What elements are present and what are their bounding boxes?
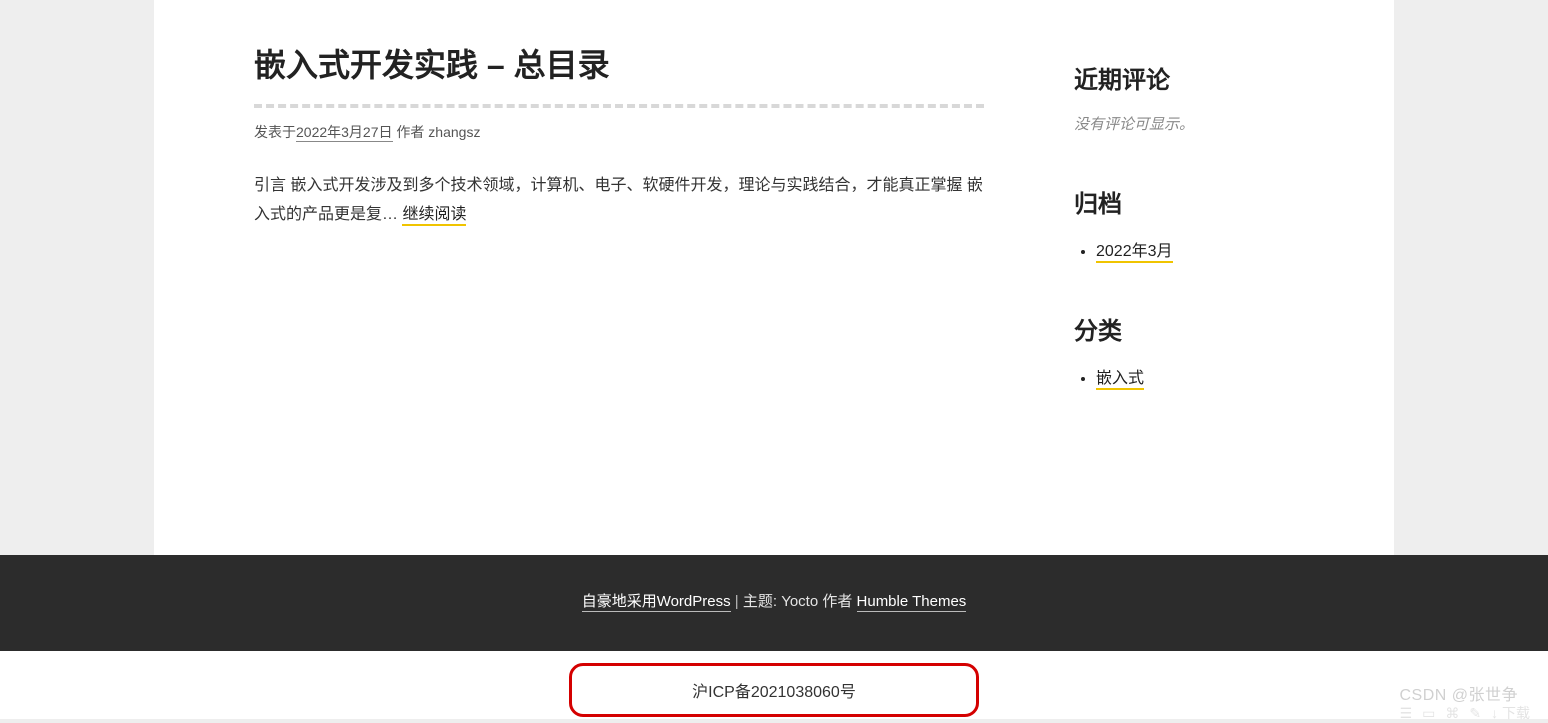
sidebar: 近期评论 没有评论可显示。 归档 2022年3月 分类 嵌入式: [1074, 0, 1394, 515]
author-prefix: 作者: [396, 124, 424, 140]
image-icon: ▭: [1422, 705, 1435, 722]
post-meta: 发表于2022年3月27日 作者 zhangsz: [254, 122, 1014, 142]
content-area: 嵌入式开发实践 – 总目录 发表于2022年3月27日 作者 zhangsz 引…: [154, 0, 1394, 555]
list-item: 嵌入式: [1096, 364, 1354, 388]
widget-title-comments: 近期评论: [1074, 60, 1354, 95]
widget-title-categories: 分类: [1074, 311, 1354, 346]
wordpress-link[interactable]: 自豪地采用WordPress: [582, 593, 731, 612]
download-hint[interactable]: ↓ 下载: [1491, 703, 1530, 723]
main-column: 嵌入式开发实践 – 总目录 发表于2022年3月27日 作者 zhangsz 引…: [154, 0, 1074, 515]
category-link[interactable]: 嵌入式: [1096, 370, 1144, 390]
watermark: CSDN @张世争: [1399, 681, 1518, 705]
pencil-icon: ✎: [1469, 705, 1481, 722]
footer: 自豪地采用WordPress | 主题: Yocto 作者 Humble The…: [0, 555, 1548, 651]
widget-archive: 归档 2022年3月: [1074, 184, 1354, 261]
widget-categories: 分类 嵌入式: [1074, 311, 1354, 388]
title-separator: [254, 104, 984, 108]
icp-bar: 沪ICP备2021038060号 CSDN @张世争 ☰ ▭ ⌘ ✎ ↓ 下载: [0, 651, 1548, 719]
post-author[interactable]: zhangsz: [428, 124, 480, 140]
comments-empty-text: 没有评论可显示。: [1074, 113, 1354, 134]
post-title[interactable]: 嵌入式开发实践 – 总目录: [254, 40, 1014, 86]
theme-text: 主题: Yocto 作者: [743, 593, 857, 610]
archive-link[interactable]: 2022年3月: [1096, 243, 1173, 263]
meta-prefix: 发表于: [254, 124, 296, 140]
icp-number[interactable]: 沪ICP备2021038060号: [569, 663, 979, 717]
read-more-link[interactable]: 继续阅读: [402, 206, 466, 226]
widget-title-archive: 归档: [1074, 184, 1354, 219]
excerpt-text: 引言 嵌入式开发涉及到多个技术领域，计算机、电子、软硬件开发，理论与实践结合，才…: [254, 177, 983, 223]
clip-icon: ⌘: [1445, 705, 1459, 722]
bottom-toolbar: ☰ ▭ ⌘ ✎ ↓ 下载: [1400, 703, 1530, 723]
list-item: 2022年3月: [1096, 237, 1354, 261]
theme-author-link[interactable]: Humble Themes: [857, 593, 967, 612]
post-excerpt: 引言 嵌入式开发涉及到多个技术领域，计算机、电子、软硬件开发，理论与实践结合，才…: [254, 172, 984, 230]
widget-recent-comments: 近期评论 没有评论可显示。: [1074, 60, 1354, 134]
post-date-link[interactable]: 2022年3月27日: [296, 124, 393, 142]
shield-icon: ☰: [1400, 705, 1413, 722]
footer-separator: |: [731, 593, 743, 610]
